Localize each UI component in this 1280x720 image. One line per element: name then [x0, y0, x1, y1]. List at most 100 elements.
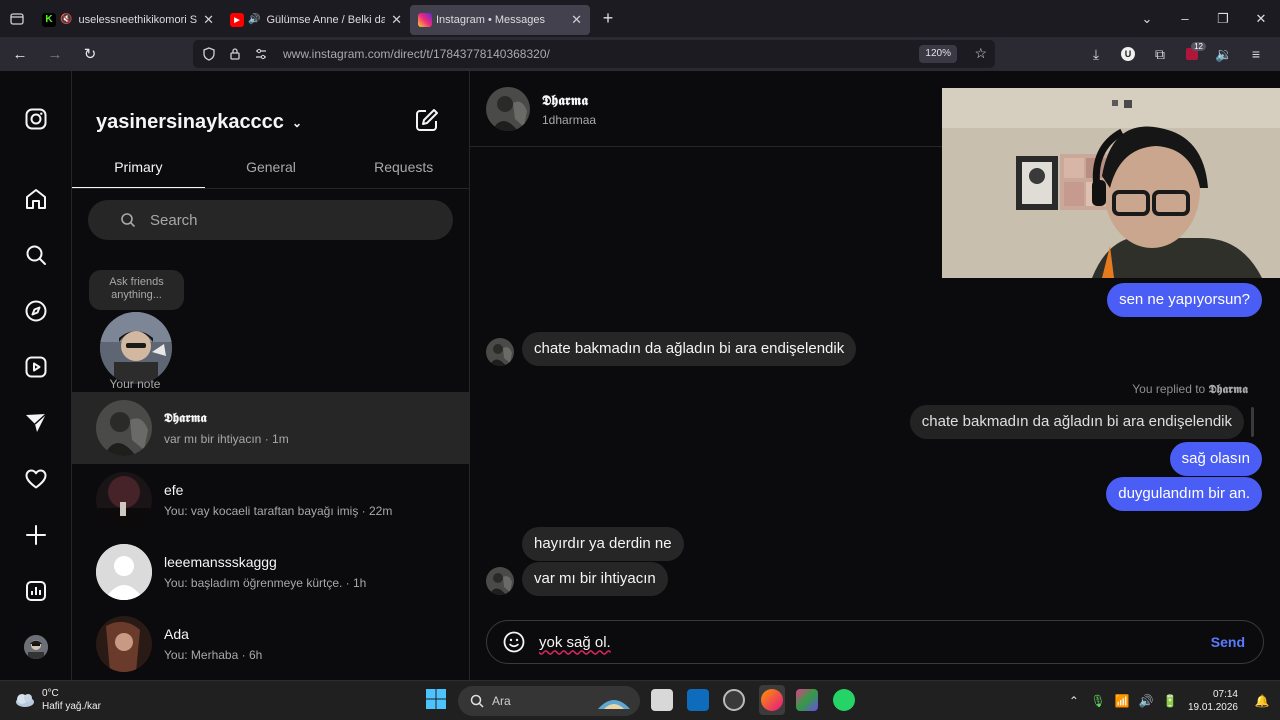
- close-tab-icon[interactable]: ✕: [571, 12, 582, 28]
- outlook-icon[interactable]: [687, 689, 709, 711]
- reply-context-label: You replied to 𝕯𝖍𝖆𝖗𝖒𝖆: [1132, 382, 1248, 397]
- extension-badge-icon[interactable]: 12: [1176, 42, 1208, 60]
- lock-icon[interactable]: [227, 47, 243, 61]
- reload-button[interactable]: ↻: [75, 39, 105, 69]
- message-input[interactable]: yok sağ ol.: [539, 634, 611, 651]
- message-bubble-outgoing[interactable]: duygulandım bir an.: [1106, 477, 1262, 511]
- thread-preview: var mı bir ihtiyacın · 1m: [164, 431, 289, 446]
- search-input[interactable]: Search: [88, 200, 453, 240]
- search-icon[interactable]: [24, 243, 48, 267]
- taskbar-clock[interactable]: 07:14 19.01.2026: [1188, 688, 1238, 714]
- message-bubble-incoming[interactable]: var mı bir ihtiyacın: [522, 562, 668, 596]
- new-message-icon[interactable]: [414, 107, 440, 133]
- permissions-icon[interactable]: [253, 47, 269, 61]
- instagram-logo-icon[interactable]: [24, 107, 48, 131]
- send-button[interactable]: Send: [1211, 634, 1245, 650]
- weather-temp: 0°C: [42, 688, 59, 699]
- create-plus-icon[interactable]: [24, 523, 48, 547]
- new-tab-button[interactable]: +: [590, 4, 626, 34]
- sender-avatar: [486, 338, 514, 366]
- wifi-icon[interactable]: 📶: [1110, 694, 1134, 708]
- quoted-reply-bubble[interactable]: chate bakmadın da ağladın bi ara endişel…: [909, 405, 1244, 439]
- username-label: yasinersinaykacccc: [96, 111, 284, 133]
- home-icon[interactable]: [24, 187, 48, 211]
- sender-avatar: [486, 567, 514, 595]
- app-icon[interactable]: [796, 689, 818, 711]
- emoji-icon[interactable]: [503, 631, 525, 653]
- browser-nav-bar: ← → ↻ www.instagram.com/direct/t/1784377…: [0, 37, 1280, 71]
- message-bubble-incoming[interactable]: hayırdır ya derdin ne: [522, 527, 684, 561]
- thread-item[interactable]: Ada You: Merhaba · 6h: [72, 608, 470, 680]
- url-text: www.instagram.com/direct/t/1784377814036…: [283, 47, 550, 61]
- extension-badge-count: 12: [1191, 42, 1206, 51]
- explore-icon[interactable]: [24, 299, 48, 323]
- kick-icon: K: [42, 12, 56, 27]
- minimize-button[interactable]: –: [1166, 11, 1204, 26]
- dashboard-icon[interactable]: [24, 579, 48, 603]
- taskbar-search[interactable]: Ara: [458, 686, 640, 716]
- tab-dropdown-icon[interactable]: ⌄: [1128, 11, 1166, 27]
- search-icon: [121, 213, 135, 227]
- instagram-icon: [418, 12, 432, 27]
- tab-general[interactable]: General: [205, 153, 338, 188]
- tab-overview-button[interactable]: [0, 0, 34, 37]
- tab-primary[interactable]: Primary: [72, 153, 205, 188]
- battery-icon[interactable]: 🔋: [1158, 694, 1182, 708]
- maximize-button[interactable]: ❐: [1204, 11, 1242, 27]
- firefox-icon[interactable]: [761, 689, 783, 711]
- close-tab-icon[interactable]: ✕: [203, 12, 214, 28]
- zoom-level[interactable]: 120%: [919, 45, 957, 63]
- forward-button[interactable]: →: [40, 39, 70, 69]
- clock-date: 19.01.2026: [1187, 702, 1238, 713]
- thread-preview: You: başladım öğrenmeye kürtçe. · 1h: [164, 576, 367, 590]
- volume-icon[interactable]: 🔊: [1134, 694, 1158, 708]
- task-view-icon[interactable]: [651, 689, 673, 711]
- note-bubble[interactable]: Ask friends anything...: [89, 270, 184, 310]
- close-tab-icon[interactable]: ✕: [391, 12, 402, 28]
- message-composer[interactable]: yok sağ ol. Send: [486, 620, 1264, 664]
- obs-icon[interactable]: [723, 689, 745, 711]
- notification-icon[interactable]: 🔔: [1250, 694, 1274, 708]
- browser-tab-instagram[interactable]: Instagram • Messages ✕: [410, 4, 590, 35]
- close-window-button[interactable]: ✕: [1242, 11, 1280, 27]
- your-note-avatar[interactable]: [100, 312, 172, 384]
- message-bubble-outgoing[interactable]: sen ne yapıyorsun?: [1107, 283, 1262, 317]
- thread-item[interactable]: efe You: vay kocaeli taraftan bayağı imi…: [72, 464, 470, 536]
- tab-requests[interactable]: Requests: [337, 153, 470, 188]
- audio-playing-icon[interactable]: 🔊: [248, 14, 260, 25]
- chat-contact-handle: 1dharmaa: [542, 113, 597, 127]
- thread-item[interactable]: 𝕯𝖍𝖆𝖗𝖒𝖆 var mı bir ihtiyacın · 1m: [72, 392, 470, 464]
- browser-tab-youtube[interactable]: ▶ 🔊 Gülümse Anne / Belki dağla ✕: [222, 5, 410, 35]
- message-bubble-incoming[interactable]: chate bakmadın da ağladın bi ara endişel…: [522, 332, 857, 366]
- thread-name: 𝕯𝖍𝖆𝖗𝖒𝖆: [164, 410, 207, 426]
- account-switcher[interactable]: yasinersinaykacccc ⌄: [96, 111, 302, 134]
- muted-audio-icon[interactable]: 🔇: [60, 14, 72, 25]
- menu-icon[interactable]: ≡: [1240, 46, 1272, 62]
- chat-avatar[interactable]: [486, 87, 530, 131]
- shield-icon[interactable]: [201, 47, 217, 61]
- bookmark-star-icon[interactable]: ☆: [974, 45, 987, 62]
- whatsapp-icon[interactable]: [833, 689, 855, 711]
- windows-start-icon[interactable]: [426, 689, 446, 709]
- reels-icon[interactable]: [24, 355, 48, 379]
- webcam-overlay: [942, 88, 1280, 278]
- profile-avatar[interactable]: [24, 635, 48, 659]
- back-button[interactable]: ←: [5, 39, 35, 69]
- messages-icon[interactable]: [24, 411, 48, 435]
- extensions-icon[interactable]: ⧉: [1144, 46, 1176, 63]
- windows-taskbar: 0°C Hafif yağ./kar Ara ⌃ 🎙 📶 🔊 🔋 07:14 1…: [0, 680, 1280, 720]
- downloads-icon[interactable]: ⤓: [1080, 46, 1112, 63]
- microphone-icon[interactable]: 🎙: [1086, 694, 1110, 708]
- weather-widget[interactable]: 0°C Hafif yağ./kar: [14, 687, 101, 713]
- heart-icon[interactable]: [24, 467, 48, 491]
- address-bar[interactable]: www.instagram.com/direct/t/1784377814036…: [193, 40, 995, 68]
- tray-chevron-icon[interactable]: ⌃: [1062, 694, 1086, 708]
- message-bubble-outgoing[interactable]: sağ olasın: [1169, 442, 1262, 476]
- thread-name: leeemanssskaggg: [164, 554, 277, 570]
- speaker-icon[interactable]: 🔉: [1208, 46, 1240, 63]
- browser-tab-kick[interactable]: K 🔇 uselessneethikikomori Strea ✕: [34, 5, 222, 35]
- chevron-down-icon: ⌄: [291, 115, 302, 130]
- left-nav-rail: [0, 71, 72, 680]
- ublock-icon[interactable]: U: [1112, 47, 1144, 61]
- thread-item[interactable]: leeemanssskaggg You: başladım öğrenmeye …: [72, 536, 470, 608]
